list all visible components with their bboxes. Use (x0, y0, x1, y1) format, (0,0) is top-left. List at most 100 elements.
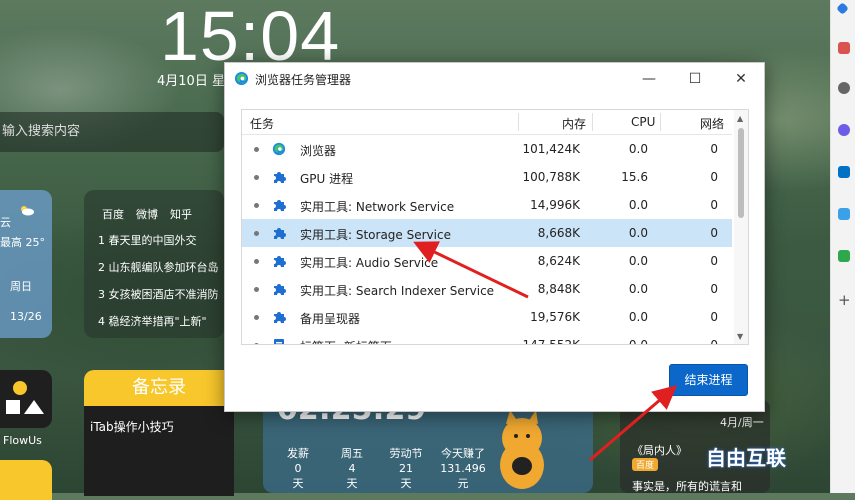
column-header-network[interactable]: 网络 (700, 115, 724, 132)
toolbox-icon[interactable] (838, 42, 850, 54)
table-row[interactable]: 浏览器 101,424K 0.0 0 (242, 135, 732, 163)
task-manager-dialog: 浏览器任务管理器 — ☐ ✕ 任务 内存 CPU 网络 浏览器 101,424K 0… (224, 62, 765, 412)
table-row[interactable]: 实用工具: Network Service 14,996K 0.0 0 (242, 191, 732, 219)
countdown-value: 131.496 (440, 462, 486, 475)
status-dot (254, 231, 259, 236)
countdown-value: 4 (348, 462, 356, 475)
status-dot (254, 287, 259, 292)
process-cpu: 0.0 (628, 142, 648, 156)
status-dot (254, 203, 259, 208)
vertical-scrollbar[interactable]: ▲ ▼ (734, 110, 748, 344)
scroll-down-icon[interactable]: ▼ (737, 332, 743, 341)
table-row[interactable]: 实用工具: Audio Service 8,624K 0.0 0 (242, 247, 732, 275)
table-row[interactable]: 实用工具: Search Indexer Service 8,848K 0.0 0 (242, 275, 732, 303)
news-item[interactable]: 3 女孩被困酒店不准消防 (98, 286, 224, 302)
news-tabs: 百度 微博 知乎 (102, 206, 192, 222)
outlook-icon[interactable] (838, 166, 850, 178)
process-network: 0 (710, 282, 718, 296)
memo-item: iTab操作小技巧 (90, 420, 174, 434)
sun-app-icon[interactable] (0, 460, 52, 500)
cat-mascot-icon (500, 410, 544, 489)
weather-widget[interactable]: 云 最高 25° 周日 13/26 (0, 190, 52, 338)
search-input[interactable]: 输入搜索内容 (0, 112, 224, 152)
calendar-date: 4月/周一 (720, 416, 764, 429)
dialog-titlebar[interactable]: 浏览器任务管理器 — ☐ ✕ (225, 63, 764, 95)
weather-range: 13/26 (10, 310, 42, 323)
process-cpu: 0.0 (628, 226, 648, 240)
process-network: 0 (710, 198, 718, 212)
status-dot (254, 175, 259, 180)
news-item[interactable]: 4 稳经济举措再"上新" (98, 313, 224, 329)
puzzle-icon (272, 198, 286, 212)
memo-widget[interactable]: iTab操作小技巧 (84, 406, 234, 496)
column-header-cpu[interactable]: CPU (631, 115, 655, 129)
process-cpu: 0.0 (628, 338, 648, 345)
table-row[interactable]: GPU 进程 100,788K 15.6 0 (242, 163, 732, 191)
puzzle-icon (272, 282, 286, 296)
send-icon[interactable] (838, 208, 850, 220)
news-item[interactable]: 2 山东舰编队参加环台岛 (98, 259, 224, 275)
table-header: 任务 内存 CPU 网络 (242, 110, 732, 135)
news-item[interactable]: 1 春天里的中国外交 (98, 232, 224, 248)
person-icon[interactable] (838, 82, 850, 94)
process-network: 0 (710, 254, 718, 268)
column-header-task[interactable]: 任务 (250, 115, 274, 132)
puzzle-icon (272, 226, 286, 240)
column-divider[interactable] (518, 113, 519, 131)
column-divider[interactable] (660, 113, 661, 131)
status-dot (254, 259, 259, 264)
countdown-label: 发薪 (287, 447, 309, 460)
puzzle-icon (272, 170, 286, 184)
tree-icon[interactable] (838, 250, 850, 262)
copilot-icon[interactable] (838, 124, 850, 136)
process-name: GPU 进程 (300, 172, 354, 186)
countdown-unit: 天 (346, 477, 358, 490)
process-memory: 8,668K (537, 226, 580, 240)
flowus-logo-icon (6, 381, 44, 414)
dialog-title: 浏览器任务管理器 (255, 73, 352, 87)
news-tab[interactable]: 知乎 (170, 206, 192, 222)
maximize-button[interactable]: ☐ (672, 63, 718, 95)
status-dot (254, 315, 259, 320)
countdown-label: 今天赚了 (441, 447, 485, 460)
puzzle-icon (272, 310, 286, 324)
countdown-item: 今天赚了 131.496 元 (435, 446, 491, 491)
end-process-button[interactable]: 结束进程 (669, 364, 748, 396)
process-memory: 101,424K (522, 142, 581, 156)
column-header-memory[interactable]: 内存 (562, 115, 586, 132)
countdown-unit: 天 (400, 477, 412, 490)
process-table: 任务 内存 CPU 网络 浏览器 101,424K 0.0 0 GPU 进程 100,78… (241, 109, 749, 345)
process-memory: 100,788K (522, 170, 581, 184)
process-cpu: 0.0 (628, 310, 648, 324)
column-divider[interactable] (592, 113, 593, 131)
poster-quote: 事实是，所有的谎言和 (632, 480, 742, 493)
countdown-item: 周五 4 天 (327, 446, 377, 491)
weather-day: 周日 (10, 280, 32, 293)
memo-title: 备忘录 (84, 370, 234, 406)
process-name: 实用工具: Storage Service (300, 228, 451, 242)
process-network: 0 (710, 142, 718, 156)
minimize-button[interactable]: — (626, 63, 672, 95)
news-tab[interactable]: 百度 (102, 206, 124, 222)
process-memory: 8,848K (537, 282, 580, 296)
process-network: 0 (710, 310, 718, 324)
puzzle-icon (272, 254, 286, 268)
browser-sidebar (830, 0, 855, 493)
hot-news-widget[interactable]: 百度 微博 知乎 1 春天里的中国外交 2 山东舰编队参加环台岛 3 女孩被困酒… (84, 190, 224, 338)
countdown-value: 21 (399, 462, 413, 475)
process-cpu: 15.6 (621, 170, 648, 184)
add-icon[interactable]: + (838, 293, 851, 308)
page-icon (272, 338, 286, 344)
table-row[interactable]: 备用呈现器 19,576K 0.0 0 (242, 303, 732, 331)
process-memory: 8,624K (537, 254, 580, 268)
flowus-label: FlowUs (3, 434, 42, 447)
table-row[interactable]: 标签页: 新标签页 147,552K 0.0 0 (242, 331, 732, 345)
close-button[interactable]: ✕ (718, 63, 764, 95)
news-tab[interactable]: 微博 (136, 206, 158, 222)
flowus-app-icon[interactable] (0, 370, 52, 428)
scroll-up-icon[interactable]: ▲ (737, 114, 743, 123)
process-name: 标签页: 新标签页 (300, 338, 392, 344)
scrollbar-thumb[interactable] (738, 128, 744, 218)
status-dot (254, 343, 259, 344)
table-row[interactable]: 实用工具: Storage Service 8,668K 0.0 0 (242, 219, 732, 247)
